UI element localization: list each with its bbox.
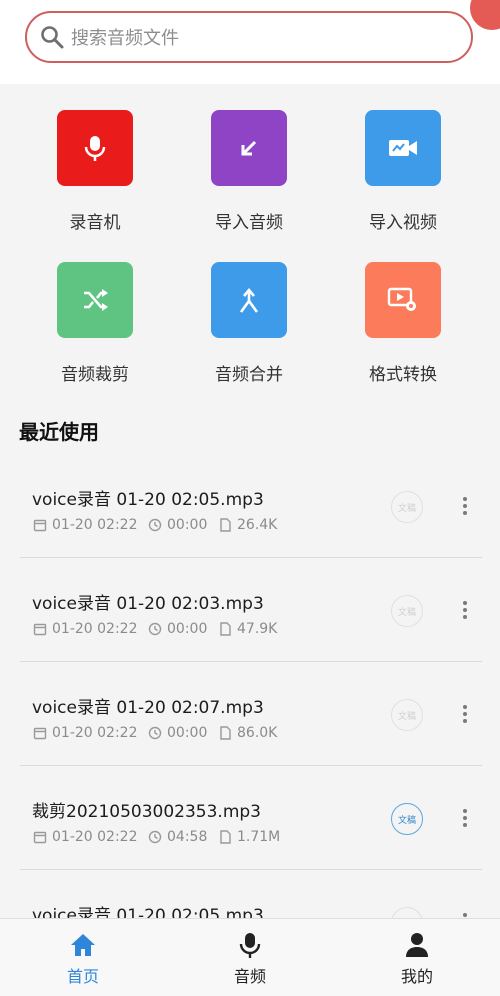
- transcript-badge[interactable]: 文稿: [391, 595, 423, 627]
- file-duration-text: 00:00: [167, 517, 208, 533]
- transcript-badge[interactable]: 文稿: [391, 491, 423, 523]
- tool-format-convert[interactable]: 格式转换: [326, 262, 480, 412]
- nav-label: 音频: [233, 967, 266, 986]
- nav-label: 我的: [400, 967, 433, 986]
- file-duration-text: 04:58: [167, 829, 208, 845]
- file-date-text: 01-20 02:22: [52, 621, 138, 637]
- more-options-icon[interactable]: [460, 497, 470, 519]
- video-camera-icon: [389, 140, 417, 156]
- tool-tile[interactable]: [365, 262, 441, 338]
- file-size: 86.0K: [219, 725, 277, 741]
- tool-tile[interactable]: [365, 110, 441, 186]
- file-icon: [220, 518, 231, 532]
- file-date-text: 01-20 02:22: [52, 829, 138, 845]
- clock-icon: [148, 622, 162, 636]
- tool-audio-trim[interactable]: 音频裁剪: [18, 262, 172, 412]
- file-size-text: 1.71M: [237, 829, 281, 845]
- file-icon: [220, 622, 231, 636]
- file-icon: [220, 726, 231, 740]
- file-size-text: 47.9K: [237, 621, 278, 637]
- corner-accent: [470, 0, 500, 30]
- transcript-badge[interactable]: 文稿: [391, 803, 423, 835]
- more-options-icon[interactable]: [460, 809, 470, 831]
- list-item[interactable]: voice录音 01-20 02:03.mp3 01-20 02:22 00:0…: [0, 557, 500, 662]
- tool-recorder[interactable]: 录音机: [18, 110, 172, 260]
- file-size-text: 26.4K: [237, 517, 278, 533]
- shuffle-icon: [84, 289, 108, 311]
- tool-audio-merge[interactable]: 音频合并: [172, 262, 326, 412]
- more-options-icon[interactable]: [460, 705, 470, 727]
- file-date: 01-20 02:22: [33, 621, 137, 637]
- file-date: 01-20 02:22: [33, 829, 137, 845]
- tool-label: 导入视频: [369, 213, 437, 233]
- clock-icon: [148, 518, 162, 532]
- clock-icon: [148, 726, 162, 740]
- file-name: 裁剪20210503002353.mp3: [32, 802, 261, 822]
- clock-icon: [148, 830, 162, 844]
- home-icon: [71, 934, 95, 956]
- file-duration-text: 00:00: [167, 725, 208, 741]
- file-size: 1.71M: [219, 829, 280, 845]
- file-size: 26.4K: [219, 517, 277, 533]
- tool-tile[interactable]: [57, 262, 133, 338]
- tool-label: 音频合并: [215, 365, 283, 385]
- search-icon: [41, 26, 64, 49]
- list-item[interactable]: voice录音 01-20 02:07.mp3 01-20 02:22 00:0…: [0, 661, 500, 766]
- merge-icon: [239, 287, 259, 313]
- file-name: voice录音 01-20 02:07.mp3: [32, 698, 264, 718]
- file-duration: 00:00: [148, 517, 207, 533]
- file-name: voice录音 01-20 02:03.mp3: [32, 594, 264, 614]
- search-bar[interactable]: 搜索音频文件: [25, 11, 473, 63]
- nav-item-audio[interactable]: 音频: [167, 919, 333, 996]
- person-icon: [406, 933, 428, 957]
- convert-icon: [387, 287, 416, 311]
- tool-label: 录音机: [69, 213, 121, 233]
- tool-label: 导入音频: [215, 213, 283, 233]
- calendar-icon: [33, 519, 47, 532]
- file-duration: 00:00: [148, 725, 207, 741]
- header: 搜索音频文件: [0, 0, 500, 84]
- tool-tile[interactable]: [211, 262, 287, 338]
- list-item[interactable]: 裁剪20210503002353.mp3 01-20 02:22 04:58 1…: [0, 765, 500, 870]
- nav-item-mine[interactable]: 我的: [334, 919, 500, 996]
- list-item[interactable]: voice录音 01-20 02:05.mp3 01-20 02:22 00:0…: [0, 453, 500, 558]
- tool-tile[interactable]: [211, 110, 287, 186]
- file-date: 01-20 02:22: [33, 517, 137, 533]
- tool-tile[interactable]: [57, 110, 133, 186]
- file-duration: 04:58: [148, 829, 207, 845]
- calendar-icon: [33, 727, 47, 740]
- search-input[interactable]: 搜索音频文件: [71, 24, 179, 50]
- bottom-nav: 首页 音频 我的: [0, 918, 500, 996]
- file-size: 47.9K: [219, 621, 277, 637]
- file-icon: [220, 830, 231, 844]
- calendar-icon: [33, 623, 47, 636]
- file-date: 01-20 02:22: [33, 725, 137, 741]
- file-duration: 00:00: [148, 621, 207, 637]
- nav-item-home[interactable]: 首页: [0, 919, 166, 996]
- tool-import-video[interactable]: 导入视频: [326, 110, 480, 260]
- tool-import-audio[interactable]: 导入音频: [172, 110, 326, 260]
- microphone-icon: [84, 136, 106, 161]
- calendar-icon: [33, 831, 47, 844]
- nav-label: 首页: [66, 967, 99, 986]
- import-arrow-icon: [241, 140, 257, 156]
- tool-label: 格式转换: [369, 365, 437, 385]
- file-duration-text: 00:00: [167, 621, 208, 637]
- transcript-badge[interactable]: 文稿: [391, 699, 423, 731]
- file-name: voice录音 01-20 02:05.mp3: [32, 490, 264, 510]
- more-options-icon[interactable]: [460, 601, 470, 623]
- microphone-icon: [239, 933, 261, 958]
- tool-label: 音频裁剪: [61, 365, 129, 385]
- section-title-recent: 最近使用: [19, 420, 99, 444]
- file-size-text: 86.0K: [237, 725, 278, 741]
- file-date-text: 01-20 02:22: [52, 725, 138, 741]
- file-date-text: 01-20 02:22: [52, 517, 138, 533]
